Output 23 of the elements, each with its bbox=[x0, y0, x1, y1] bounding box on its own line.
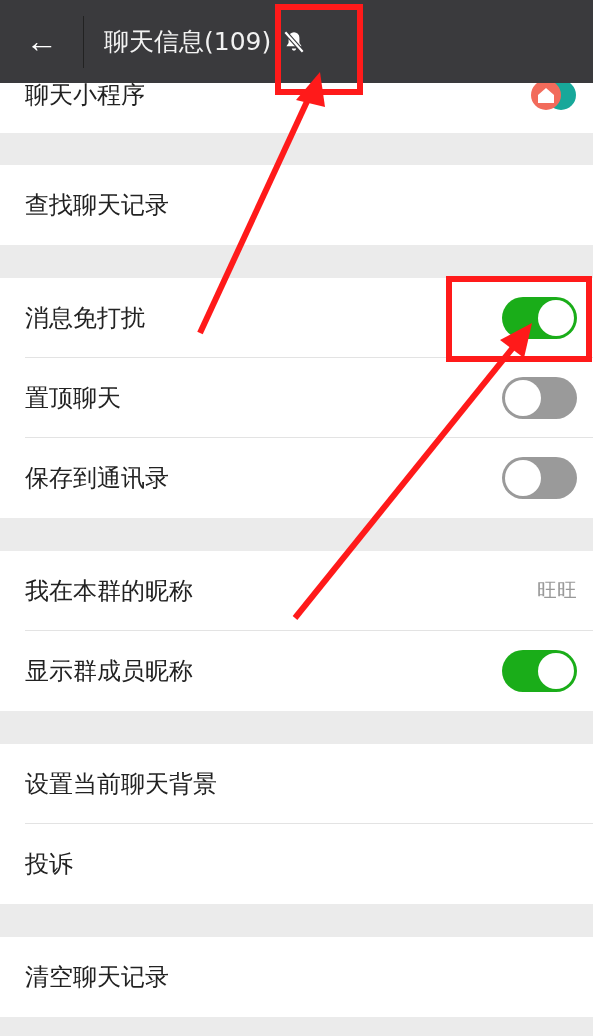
settings-row[interactable]: 置顶聊天 bbox=[25, 358, 593, 438]
nickname-value: 旺旺 bbox=[537, 577, 577, 604]
toggle-switch[interactable] bbox=[502, 457, 577, 499]
row-label: 聊天小程序 bbox=[25, 83, 145, 111]
row-label: 置顶聊天 bbox=[25, 382, 121, 414]
settings-row[interactable]: 设置当前聊天背景 bbox=[25, 744, 593, 824]
row-label: 保存到通讯录 bbox=[25, 463, 169, 494]
settings-row[interactable]: 保存到通讯录 bbox=[25, 438, 593, 518]
toggle-switch[interactable] bbox=[502, 296, 577, 339]
row-label: 清空聊天记录 bbox=[25, 962, 169, 993]
settings-row[interactable]: 显示群成员昵称 bbox=[25, 631, 593, 711]
toggle-switch[interactable] bbox=[502, 650, 577, 692]
row-label: 投诉 bbox=[25, 849, 73, 880]
back-button[interactable]: ← bbox=[0, 15, 84, 68]
settings-row[interactable]: 投诉 bbox=[25, 824, 593, 904]
row-label: 设置当前聊天背景 bbox=[25, 768, 217, 800]
toggle-switch[interactable] bbox=[502, 376, 577, 419]
window-title: 聊天信息(109) bbox=[104, 26, 272, 58]
settings-row[interactable]: 我在本群的昵称 旺旺 bbox=[25, 551, 593, 631]
row-label: 显示群成员昵称 bbox=[25, 656, 193, 687]
row-label: 消息免打扰 bbox=[25, 302, 145, 334]
row-label: 查找聊天记录 bbox=[25, 190, 169, 221]
row-label: 我在本群的昵称 bbox=[25, 575, 193, 607]
